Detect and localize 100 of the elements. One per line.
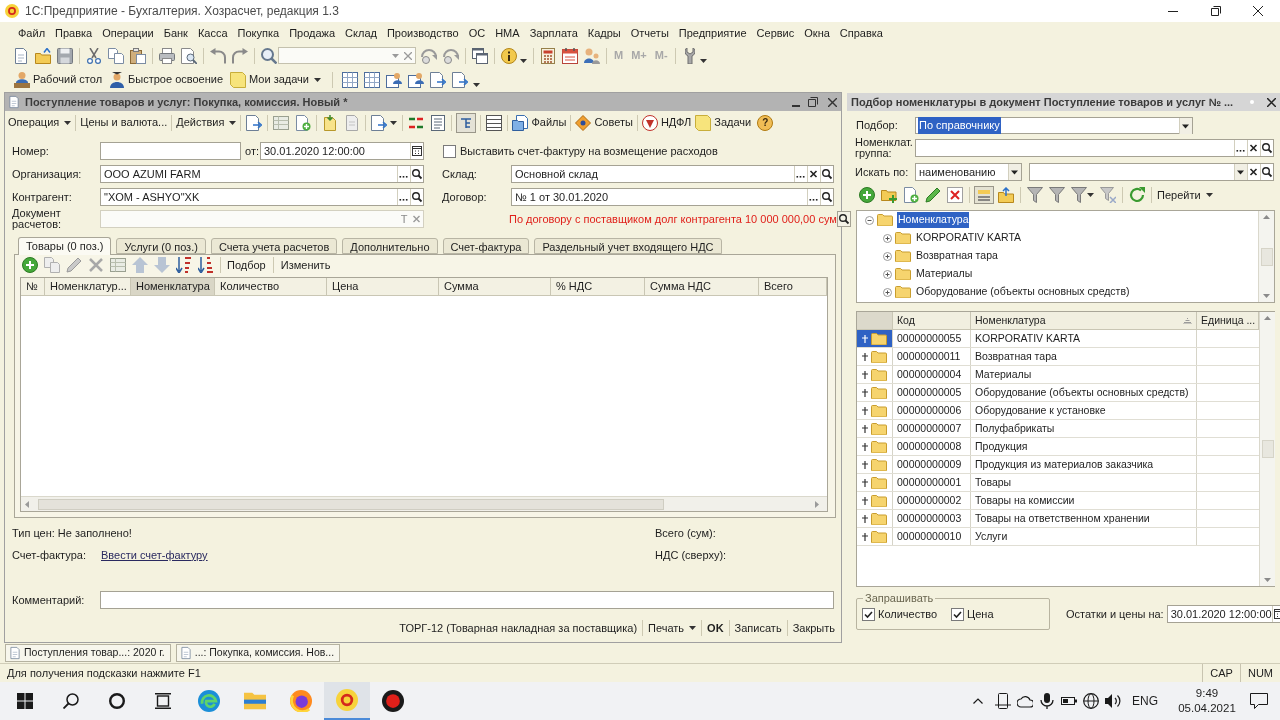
expand-icon[interactable] (862, 370, 868, 379)
menu-button[interactable]: Операция (6, 112, 74, 133)
scroll-right-icon[interactable] (815, 500, 819, 508)
delete-icon[interactable] (947, 187, 963, 203)
column-header[interactable]: Цена (327, 278, 439, 295)
language-indicator[interactable]: ENG (1132, 692, 1158, 710)
menu-item[interactable]: Предприятие (674, 24, 751, 42)
column-header[interactable]: № (21, 278, 45, 295)
vertical-scrollbar[interactable] (1258, 211, 1274, 302)
dropdown-icon[interactable] (1234, 164, 1247, 180)
paste-icon[interactable] (130, 47, 146, 64)
menu-button[interactable]: Печать (646, 618, 699, 638)
close-icon[interactable] (1253, 6, 1263, 16)
document-plus-icon[interactable] (295, 114, 312, 131)
search-icon[interactable] (1260, 164, 1273, 180)
open-folder-icon[interactable] (35, 47, 51, 64)
toolbar-button[interactable]: Изменить (277, 256, 334, 274)
column-header[interactable]: % НДС (551, 278, 645, 295)
toolbar-button[interactable]: Советы (573, 112, 635, 133)
search-icon[interactable] (820, 166, 833, 182)
calendar-icon[interactable] (410, 143, 423, 159)
scroll-left-icon[interactable] (25, 500, 29, 508)
search-icon[interactable] (63, 693, 79, 709)
toolbar-button[interactable]: OK (705, 618, 726, 638)
expand-icon[interactable] (883, 233, 892, 243)
add-icon[interactable] (859, 187, 875, 203)
tablet-icon[interactable] (995, 693, 1011, 709)
record-icon[interactable] (382, 690, 404, 712)
document-arrow-icon[interactable] (371, 114, 388, 131)
ellipsis-icon[interactable] (794, 166, 807, 182)
filter-icon[interactable] (1049, 187, 1065, 203)
vertical-scrollbar[interactable] (1259, 312, 1275, 586)
menu-item[interactable]: Зарплата (525, 24, 582, 42)
settlement-document-field[interactable]: T (100, 210, 424, 228)
dropdown-icon[interactable] (1179, 117, 1192, 134)
list-document-icon[interactable] (430, 114, 447, 131)
menu-item[interactable]: Склад (341, 24, 381, 42)
cut-icon[interactable] (86, 47, 102, 64)
refresh-icon[interactable] (1129, 187, 1145, 203)
help-button[interactable]: ? (757, 114, 774, 131)
add-icon[interactable] (22, 257, 38, 273)
windows-icon[interactable] (472, 47, 488, 64)
ellipsis-icon[interactable] (397, 189, 410, 205)
curved-arrow-icon[interactable] (443, 47, 459, 64)
search-field[interactable] (1029, 163, 1274, 181)
column-header[interactable]: Код (893, 312, 971, 329)
print-preview-icon[interactable] (181, 47, 197, 64)
scrollbar-thumb[interactable] (1260, 247, 1273, 266)
checkbox[interactable] (951, 607, 965, 621)
caret-icon[interactable] (520, 58, 527, 63)
search-icon[interactable] (820, 189, 833, 205)
number-field[interactable] (100, 142, 241, 160)
microphone-icon[interactable] (1039, 693, 1055, 709)
scrollbar-thumb[interactable] (1261, 440, 1274, 458)
calculator-icon[interactable] (540, 47, 556, 64)
tree-item[interactable]: KORPORATIV KARTA (915, 230, 1023, 246)
sort-icon[interactable] (176, 257, 192, 273)
expand-icon[interactable] (883, 251, 892, 261)
tree-item[interactable]: Номенклатура (897, 212, 970, 228)
people-icon[interactable] (386, 71, 402, 88)
menu-item[interactable]: Окна (800, 24, 834, 42)
expand-icon[interactable] (862, 532, 868, 541)
contract-field[interactable]: № 1 от 30.01.2020 (511, 188, 834, 206)
report-icon[interactable] (342, 71, 358, 88)
folder-up-icon[interactable] (998, 187, 1014, 203)
tree-item[interactable]: Материалы (915, 266, 974, 282)
expand-icon[interactable] (862, 460, 868, 469)
menu-item[interactable]: Файл (14, 24, 50, 42)
info-icon[interactable] (501, 47, 517, 64)
column-header[interactable]: Количество (215, 278, 327, 295)
toolbar-button[interactable]: НДФЛ (639, 112, 694, 133)
expand-icon[interactable] (862, 442, 868, 451)
expand-icon[interactable] (862, 388, 868, 397)
browser-icon[interactable] (290, 690, 312, 712)
type-button[interactable]: T (398, 210, 410, 228)
browser-icon[interactable] (198, 690, 220, 712)
menu-item[interactable]: Покупка (233, 24, 284, 42)
menu-button[interactable]: Действия (174, 112, 239, 133)
active-taskbar-tile[interactable] (324, 682, 370, 720)
close-icon[interactable] (828, 97, 837, 107)
row-selector-cell[interactable] (857, 330, 893, 347)
filter-icon[interactable] (1071, 187, 1087, 203)
column-header[interactable]: Номенклатур... (45, 278, 131, 295)
counterparty-field[interactable]: "XOM - ASHYO"XK (100, 188, 424, 206)
horizontal-scrollbar[interactable] (21, 496, 827, 511)
dropdown-field[interactable]: наименованию (915, 163, 1022, 181)
collapse-icon[interactable] (865, 215, 874, 225)
clear-icon[interactable] (807, 166, 820, 182)
tab[interactable]: Раздельный учет входящего НДС (534, 238, 722, 254)
expand-icon[interactable] (862, 352, 868, 361)
save-icon[interactable] (57, 47, 73, 64)
toolbar-button[interactable]: Файлы (510, 112, 569, 133)
people-icon[interactable] (408, 71, 424, 88)
speaker-icon[interactable] (1105, 693, 1121, 709)
menu-item[interactable]: НМА (491, 24, 524, 42)
table-icon[interactable] (273, 114, 290, 131)
start-icon[interactable] (17, 693, 33, 709)
tab[interactable]: Товары (0 поз.) (18, 237, 112, 255)
list-icon[interactable] (486, 114, 503, 131)
copy-icon[interactable] (108, 47, 124, 64)
